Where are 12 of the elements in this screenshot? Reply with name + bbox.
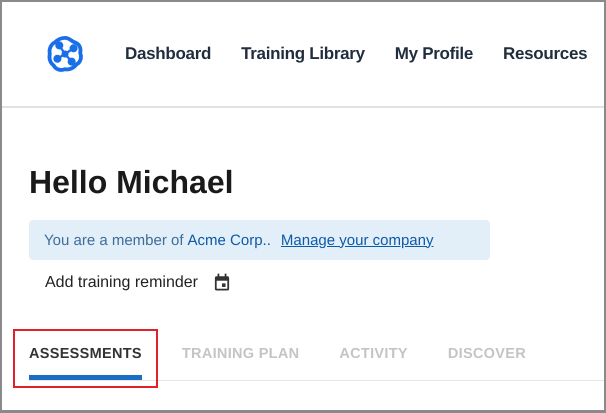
membership-text: You are a member of (44, 232, 184, 248)
nav-link[interactable]: Training Library (241, 44, 365, 64)
tab[interactable]: ASSESSMENTS (29, 332, 142, 380)
nav-link[interactable]: My Profile (394, 44, 474, 64)
reminder-label: Add training reminder (45, 274, 198, 292)
nav-link[interactable]: Resources (503, 44, 588, 64)
company-name: Acme Corp.. (188, 232, 271, 248)
calendar-icon[interactable] (214, 273, 230, 292)
page-heading: Hello Michael (29, 163, 234, 202)
logo-icon[interactable] (46, 35, 84, 73)
manage-company-link[interactable]: Manage your company (280, 232, 434, 248)
nav-link[interactable]: Dashboard (125, 44, 212, 64)
